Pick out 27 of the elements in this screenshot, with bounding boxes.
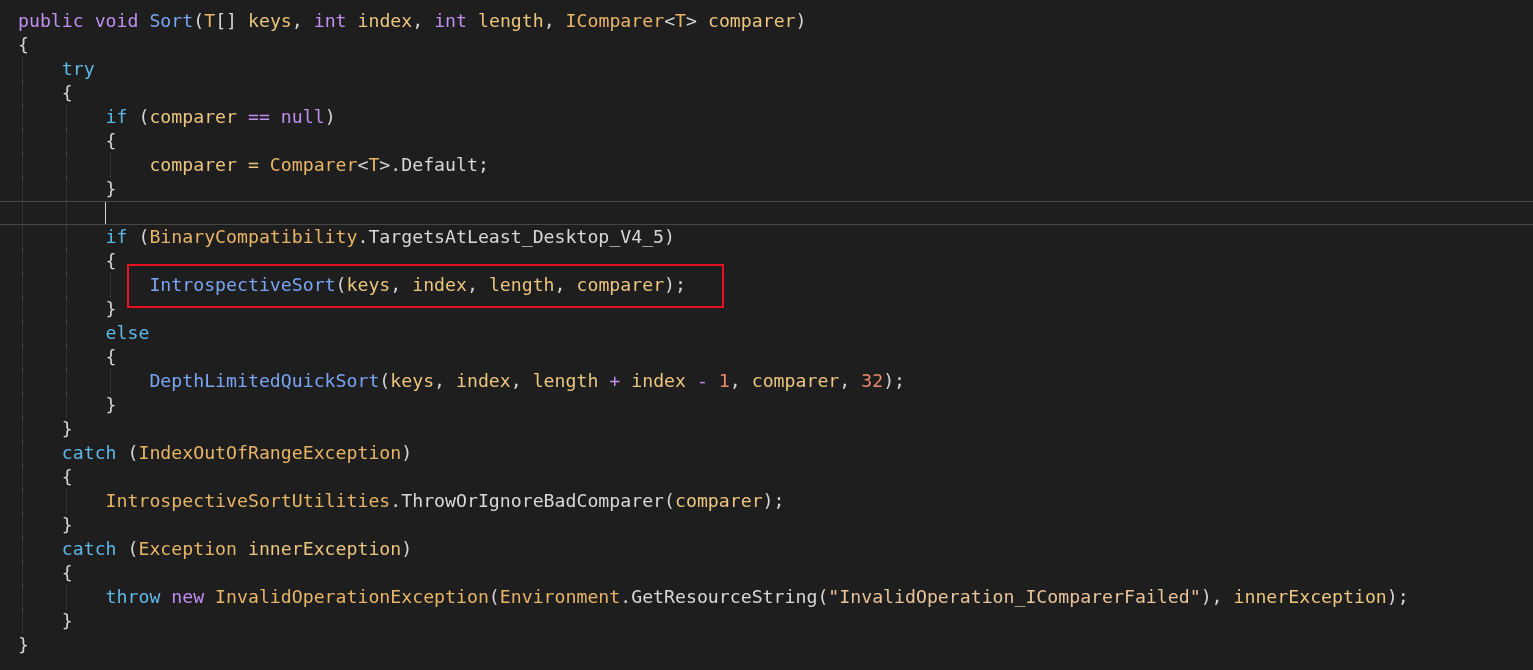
code-line: DepthLimitedQuickSort(keys, index, length + index - 1, comparer, 32);: [149, 370, 906, 392]
code-line: catch (Exception innerException): [61, 538, 413, 560]
code-line: }: [105, 178, 117, 200]
code-line: throw new InvalidOperationException(Environment.GetResourceString("InvalidOperation_IComparerFailed"), innerException);: [105, 586, 1409, 608]
code-line: public void Sort(T[] keys, int index, int length, IComparer<T> comparer): [18, 10, 807, 32]
code-line: if (BinaryCompatibility.TargetsAtLeast_Desktop_V4_5): [105, 226, 675, 248]
code-line: }: [105, 394, 117, 416]
text-cursor: [104, 202, 106, 224]
code-line: {: [61, 82, 73, 104]
code-line: }: [61, 610, 73, 632]
code-line: }: [61, 514, 73, 536]
code-line: {: [18, 34, 29, 56]
code-line: {: [105, 250, 117, 272]
code-line: {: [61, 562, 73, 584]
code-line: }: [105, 298, 117, 320]
code-line: if (comparer == null): [105, 106, 336, 128]
code-line: else: [105, 322, 150, 344]
code-line: try: [61, 58, 95, 80]
code-line: IntrospectiveSortUtilities.ThrowOrIgnoreBadComparer(comparer);: [105, 490, 785, 512]
code-line: {: [61, 466, 73, 488]
code-line: IntrospectiveSort(keys, index, length, comparer);: [149, 274, 686, 296]
code-line: catch (IndexOutOfRangeException): [61, 442, 413, 464]
code-line: }: [18, 634, 29, 656]
code-line: {: [105, 130, 117, 152]
code-line: comparer = Comparer<T>.Default;: [149, 154, 489, 176]
code-line: {: [105, 346, 117, 368]
code-line: }: [61, 418, 73, 440]
